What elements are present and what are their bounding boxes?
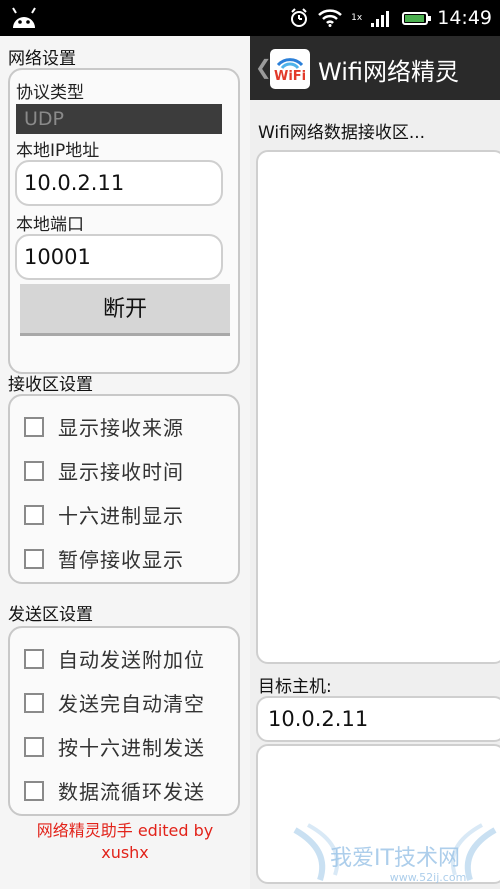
- receive-settings-panel: 显示接收来源 显示接收时间 十六进制显示 暂停接收显示: [8, 394, 240, 584]
- app-title: Wifi网络精灵: [318, 58, 459, 86]
- send-settings-panel: 自动发送附加位 发送完自动清空 按十六进制发送 数据流循环发送: [8, 626, 240, 816]
- checkbox[interactable]: [24, 736, 44, 757]
- target-host-label: 目标主机:: [258, 677, 332, 697]
- clock: 14:49: [437, 7, 492, 29]
- send-area[interactable]: [256, 744, 500, 884]
- send-option-loop[interactable]: 数据流循环发送: [24, 776, 205, 805]
- checkbox[interactable]: [24, 416, 44, 437]
- app-icon-text: WiFi: [274, 69, 307, 84]
- send-option-append[interactable]: 自动发送附加位: [24, 644, 205, 673]
- checkbox[interactable]: [24, 504, 44, 525]
- local-ip-label: 本地IP地址: [16, 141, 100, 161]
- receive-option-hex-display[interactable]: 十六进制显示: [24, 500, 184, 529]
- send-settings-title: 发送区设置: [8, 605, 93, 625]
- status-bar: 1x 14:49: [0, 0, 500, 36]
- checkbox[interactable]: [24, 780, 44, 801]
- send-option-auto-clear[interactable]: 发送完自动清空: [24, 688, 205, 717]
- receive-option-pause[interactable]: 暂停接收显示: [24, 544, 184, 573]
- signal-icon: [371, 11, 390, 27]
- settings-drawer: 网络设置 协议类型 UDP 本地IP地址 10.0.2.11 本地端口 1000…: [0, 36, 251, 889]
- checkbox[interactable]: [24, 692, 44, 713]
- app-wifi-icon[interactable]: WiFi: [270, 49, 310, 89]
- checkbox[interactable]: [24, 548, 44, 569]
- send-option-hex-send[interactable]: 按十六进制发送: [24, 732, 205, 761]
- android-icon: [12, 7, 36, 28]
- receive-option-show-source[interactable]: 显示接收来源: [24, 412, 184, 441]
- checkbox[interactable]: [24, 648, 44, 669]
- alarm-icon: [291, 8, 308, 27]
- local-port-label: 本地端口: [16, 215, 84, 235]
- receive-area[interactable]: [256, 150, 500, 664]
- battery-icon: [402, 11, 432, 25]
- network-speed: 1x: [351, 13, 363, 23]
- credit-line-2: xushx: [101, 843, 149, 862]
- wifi-icon: [318, 9, 343, 27]
- credit-line-1: 网络精灵助手 edited by: [36, 821, 214, 840]
- protocol-label: 协议类型: [16, 83, 84, 103]
- disconnect-button[interactable]: 断开: [20, 284, 230, 336]
- network-settings-title: 网络设置: [8, 49, 76, 69]
- receive-option-show-time[interactable]: 显示接收时间: [24, 456, 184, 485]
- network-settings-panel: 协议类型 UDP 本地IP地址 10.0.2.11 本地端口 10001 断开: [8, 68, 240, 374]
- target-host-input[interactable]: 10.0.2.11: [256, 696, 500, 742]
- local-port-input[interactable]: 10001: [15, 234, 223, 280]
- checkbox[interactable]: [24, 460, 44, 481]
- action-bar: ❮ WiFi Wifi网络精灵: [250, 36, 500, 100]
- protocol-select[interactable]: UDP: [16, 104, 222, 134]
- receive-settings-title: 接收区设置: [8, 375, 93, 395]
- local-ip-input[interactable]: 10.0.2.11: [15, 160, 223, 206]
- receive-area-label: Wifi网络数据接收区...: [258, 123, 426, 143]
